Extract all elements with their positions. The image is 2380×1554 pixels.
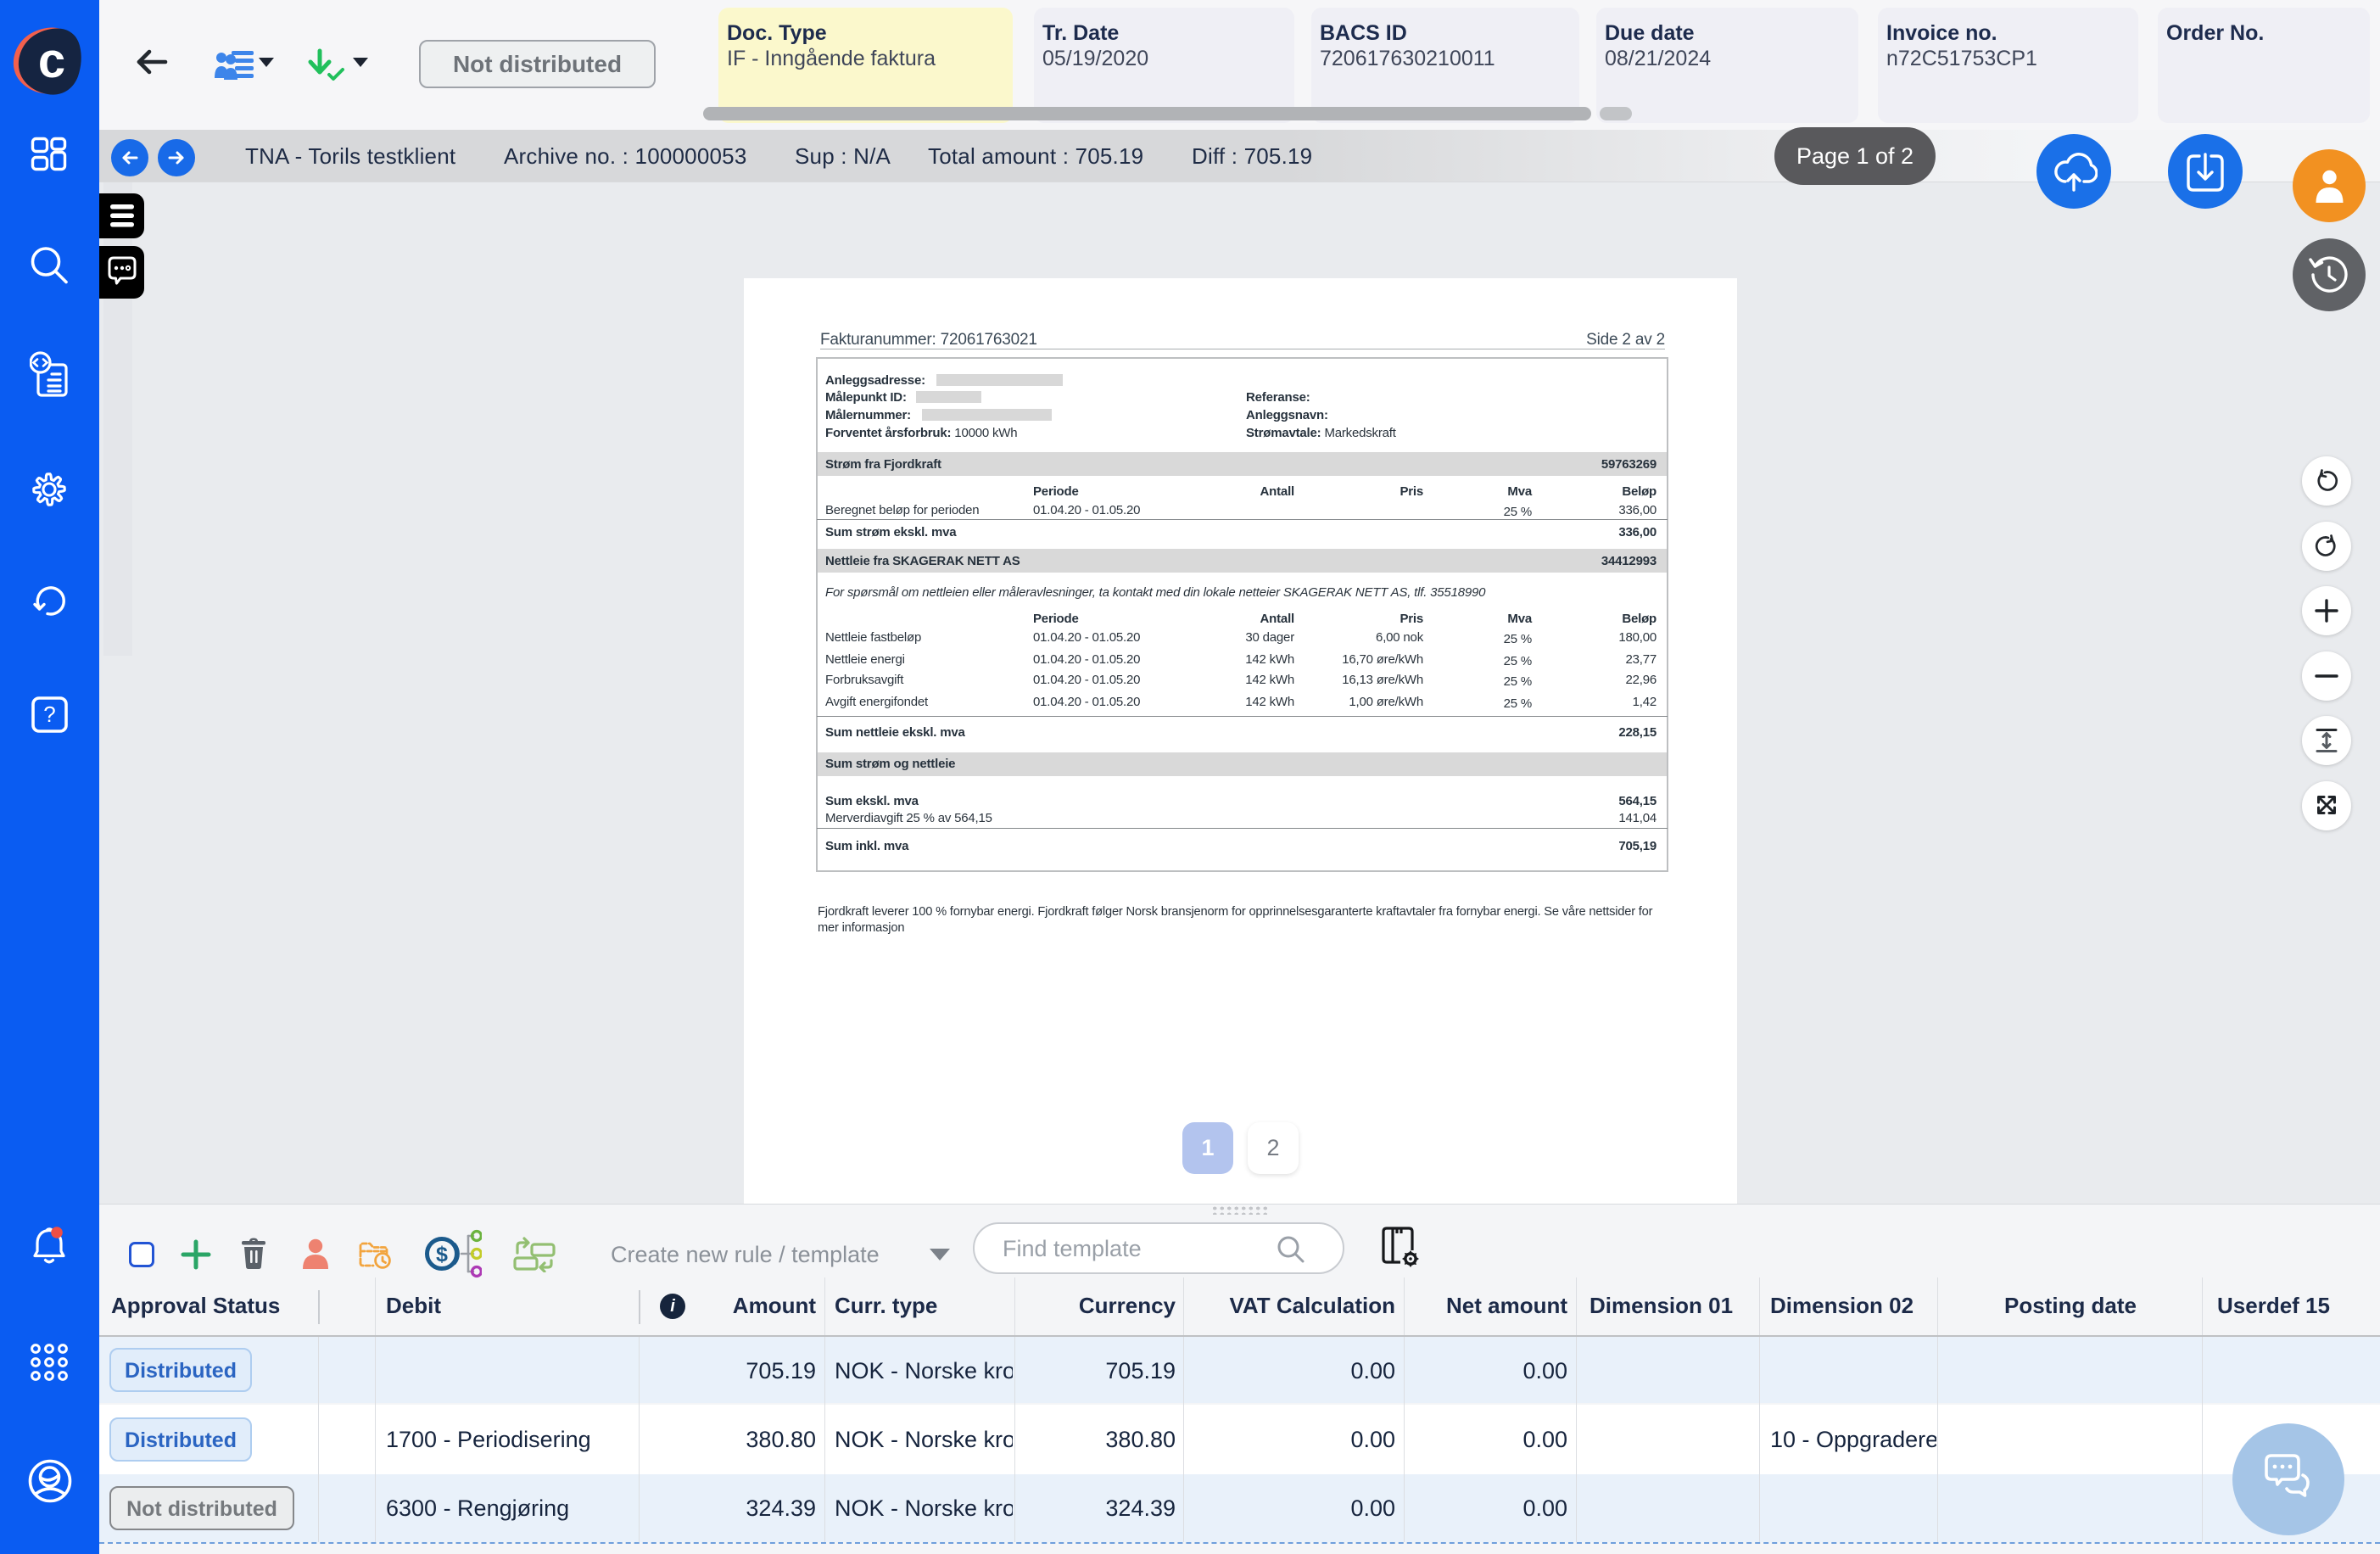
svg-text:?: ?: [43, 702, 55, 727]
svg-text:$: $: [436, 1243, 448, 1266]
svg-text:c: c: [38, 33, 65, 88]
